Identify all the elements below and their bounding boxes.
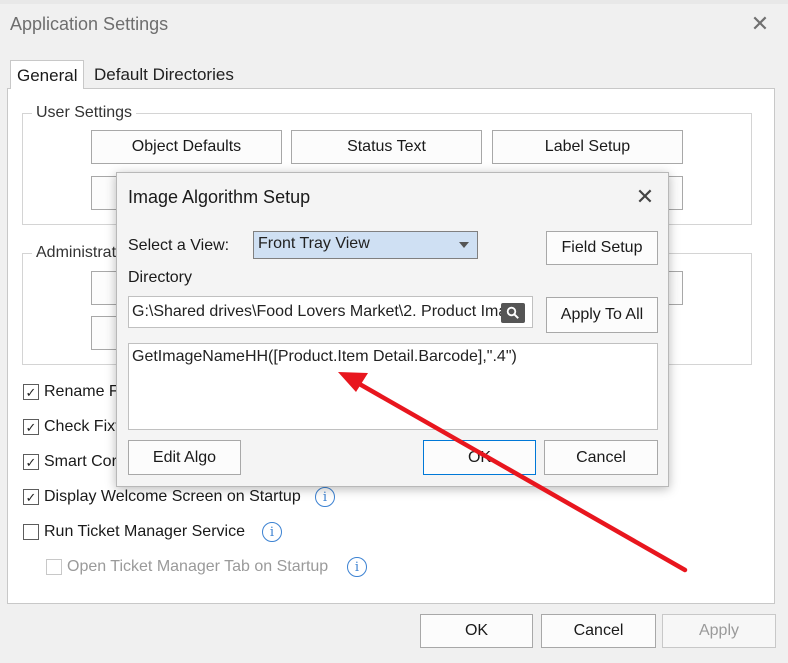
user-settings-label: User Settings <box>32 104 137 122</box>
info-icon[interactable]: i <box>347 557 367 577</box>
dialog-ok-button[interactable]: OK <box>423 440 536 475</box>
open-ticket-manager-label: Open Ticket Manager Tab on Startup <box>67 558 329 575</box>
info-icon[interactable]: i <box>262 522 282 542</box>
dialog-cancel-button[interactable]: Cancel <box>544 440 658 475</box>
administration-label: Administrat <box>32 244 121 262</box>
open-ticket-manager-checkbox <box>46 559 62 575</box>
close-icon[interactable]: ✕ <box>748 12 772 36</box>
window-title: Application Settings <box>10 14 169 34</box>
smart-cor-checkbox[interactable]: ✓ <box>23 454 39 470</box>
close-icon[interactable]: ✕ <box>631 183 659 211</box>
apply-to-all-button[interactable]: Apply To All <box>546 297 658 333</box>
status-text-button[interactable]: Status Text <box>291 130 482 164</box>
select-view-dropdown[interactable]: Front Tray View <box>253 231 478 259</box>
display-welcome-checkbox[interactable]: ✓ <box>23 489 39 505</box>
tab-general[interactable]: General <box>10 60 84 89</box>
smart-cor-label: Smart Cor <box>44 453 117 470</box>
dialog-title: Image Algorithm Setup <box>128 187 311 207</box>
cancel-button[interactable]: Cancel <box>541 614 656 648</box>
background-strip <box>0 0 788 4</box>
check-fixt-label: Check Fixt <box>44 418 120 435</box>
field-setup-button[interactable]: Field Setup <box>546 231 658 265</box>
object-defaults-button[interactable]: Object Defaults <box>91 130 282 164</box>
chevron-down-icon <box>459 242 469 248</box>
apply-button: Apply <box>662 614 776 648</box>
select-view-value: Front Tray View <box>258 235 370 252</box>
display-welcome-label: Display Welcome Screen on Startup <box>44 488 301 505</box>
search-icon[interactable] <box>501 303 525 323</box>
algorithm-textarea[interactable]: GetImageNameHH([Product.Item Detail.Barc… <box>128 343 658 430</box>
info-icon[interactable]: i <box>315 487 335 507</box>
tab-default-directories[interactable]: Default Directories <box>88 60 256 89</box>
check-fixt-checkbox[interactable]: ✓ <box>23 419 39 435</box>
rename-label: Rename F <box>44 383 119 400</box>
rename-checkbox[interactable]: ✓ <box>23 384 39 400</box>
run-ticket-manager-checkbox[interactable] <box>23 524 39 540</box>
select-view-label: Select a View: <box>128 237 230 254</box>
image-algorithm-setup-dialog: Image Algorithm Setup ✕ Select a View: F… <box>116 172 669 487</box>
directory-label: Directory <box>128 269 193 286</box>
edit-algo-button[interactable]: Edit Algo <box>128 440 241 475</box>
directory-input[interactable]: G:\Shared drives\Food Lovers Market\2. P… <box>128 296 533 328</box>
ok-button[interactable]: OK <box>420 614 533 648</box>
run-ticket-manager-label: Run Ticket Manager Service <box>44 523 245 540</box>
label-setup-button[interactable]: Label Setup <box>492 130 683 164</box>
